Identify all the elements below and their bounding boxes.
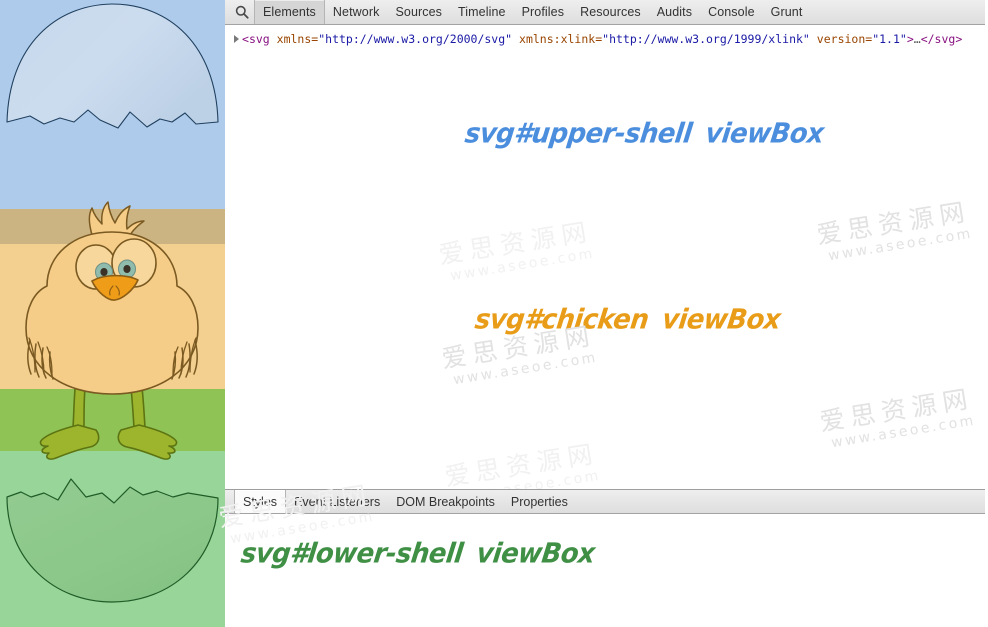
devtools-toolbar: Elements Network Sources Timeline Profil…: [225, 0, 985, 25]
annotation-attribute: viewBox: [660, 304, 782, 336]
tab-dom-breakpoints[interactable]: DOM Breakpoints: [388, 490, 503, 513]
annotation-selector: svg#chicken: [473, 304, 651, 336]
watermark: 爱思资源网 www.aseoe.com: [817, 383, 978, 452]
tab-resources[interactable]: Resources: [572, 0, 649, 24]
open-bracket: <: [242, 32, 249, 46]
watermark: 爱思资源网 www.aseoe.com: [442, 438, 603, 489]
tab-console[interactable]: Console: [700, 0, 763, 24]
upper-shell-illustration: [6, 3, 219, 129]
preview-artwork: [6, 3, 219, 603]
search-icon[interactable]: [230, 0, 254, 24]
tab-network[interactable]: Network: [325, 0, 388, 24]
tab-styles[interactable]: Styles: [234, 490, 287, 513]
annotation-selector: svg#upper-shell: [463, 118, 694, 150]
tab-label: Event Listeners: [294, 494, 381, 509]
tab-elements[interactable]: Elements: [254, 0, 325, 24]
watermark-en: www.aseoe.com: [830, 412, 977, 452]
dom-node-svg[interactable]: < svg xmlns = "http://www.w3.org/2000/svg" …: [225, 32, 985, 46]
watermark-en: www.aseoe.com: [455, 467, 602, 489]
watermark-cn: 爱思资源网: [817, 383, 976, 437]
collapsed-children-ellipsis[interactable]: …: [914, 32, 921, 46]
sidebar-tab-strip: Styles Event Listeners DOM Breakpoints P…: [225, 490, 985, 514]
tab-label: Styles: [243, 494, 278, 509]
watermark-en: www.aseoe.com: [449, 245, 596, 285]
watermark-en: www.aseoe.com: [452, 349, 599, 389]
tab-label: Elements: [263, 5, 316, 19]
close-bracket: >: [906, 32, 914, 46]
tab-label: Console: [708, 5, 755, 19]
attr-name-xmlns: xmlns: [276, 32, 312, 46]
sidebar-panel: Styles Event Listeners DOM Breakpoints P…: [217, 480, 985, 627]
attr-name-version: version: [816, 32, 866, 46]
tab-audits[interactable]: Audits: [649, 0, 700, 24]
watermark-en: www.aseoe.com: [827, 225, 974, 265]
watermark-cn: 爱思资源网: [436, 216, 595, 270]
triangle-right-icon[interactable]: [231, 32, 242, 46]
annotation-attribute: viewBox: [703, 118, 826, 150]
tab-label: DOM Breakpoints: [396, 494, 495, 509]
annotation-chicken: svg#chicken viewBox: [473, 304, 782, 336]
dom-tree-panel: < svg xmlns = "http://www.w3.org/2000/svg" …: [225, 25, 985, 489]
tab-label: Properties: [510, 494, 568, 509]
attr-eq: =: [595, 32, 603, 46]
tab-label: Timeline: [458, 5, 506, 19]
closing-tag: </svg>: [920, 32, 963, 46]
tab-label: Network: [332, 5, 380, 19]
chick-illustration: [25, 201, 199, 460]
attr-value-version: "1.1": [872, 32, 907, 46]
watermark-en: www.aseoe.com: [229, 508, 376, 548]
tab-label: Profiles: [521, 5, 565, 19]
page-preview-pane: [0, 0, 225, 627]
watermark-cn: 爱思资源网: [439, 320, 598, 374]
devtools-tab-strip: Elements Network Sources Timeline Profil…: [254, 0, 810, 24]
tab-label: Resources: [580, 5, 641, 19]
watermark-cn: 爱思资源网: [814, 196, 973, 250]
tab-timeline[interactable]: Timeline: [450, 0, 514, 24]
attr-eq: =: [865, 32, 873, 46]
tab-profiles[interactable]: Profiles: [514, 0, 572, 24]
attr-value-xmlns: "http://www.w3.org/2000/svg": [318, 32, 513, 46]
tab-label: Sources: [395, 5, 443, 19]
annotation-attribute: viewBox: [474, 538, 597, 570]
lower-shell-illustration: [6, 478, 219, 603]
tab-sources[interactable]: Sources: [387, 0, 450, 24]
attr-value-xmlns-xlink: "http://www.w3.org/1999/xlink": [602, 32, 810, 46]
tag-name: svg: [248, 32, 270, 46]
attr-eq: =: [311, 32, 319, 46]
tab-label: Grunt: [770, 5, 803, 19]
watermark: 爱思资源网 www.aseoe.com: [439, 320, 600, 389]
tab-properties[interactable]: Properties: [503, 490, 576, 513]
watermark: 爱思资源网 www.aseoe.com: [814, 196, 975, 265]
watermark-cn: 爱思资源网: [442, 438, 601, 489]
tab-event-listeners[interactable]: Event Listeners: [286, 490, 388, 513]
watermark: 爱思资源网 www.aseoe.com: [436, 216, 597, 285]
sidebar-content: svg#lower-shell viewBox 爱思资源网 www.aseoe.c…: [217, 480, 985, 627]
attr-name-xmlns-xlink: xmlns:xlink: [519, 32, 596, 46]
annotation-upper-shell: svg#upper-shell viewBox: [463, 118, 825, 150]
tab-grunt[interactable]: Grunt: [763, 0, 811, 24]
tab-label: Audits: [656, 5, 693, 19]
devtools-window: Elements Network Sources Timeline Profil…: [0, 0, 988, 627]
annotation-selector: svg#lower-shell: [239, 538, 465, 570]
annotation-lower-shell: svg#lower-shell viewBox: [239, 538, 596, 570]
devtools-pane: Elements Network Sources Timeline Profil…: [217, 0, 985, 627]
